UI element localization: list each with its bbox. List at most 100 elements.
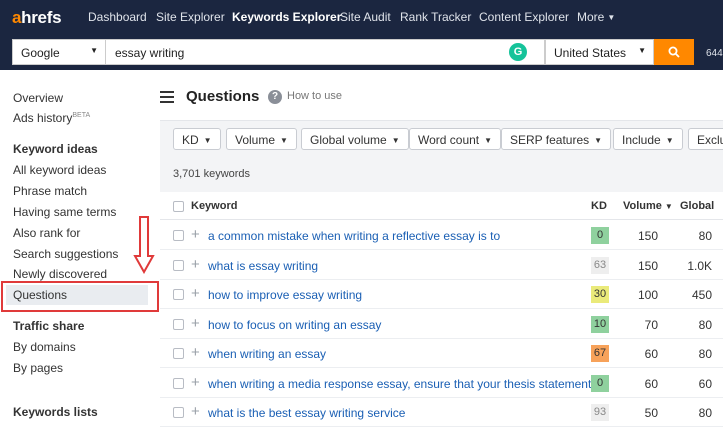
sidebar-item-also-rank-for[interactable]: Also rank for [13,226,80,240]
row-checkbox[interactable] [173,318,184,330]
nav-content-explorer[interactable]: Content Explorer [479,10,569,24]
keyword-link[interactable]: when writing an essay [208,347,326,361]
row-checkbox[interactable] [173,377,184,389]
page-title: Questions [186,88,260,105]
global-volume-value: 80 [698,406,712,420]
caret-down-icon: ▼ [90,46,98,55]
filter-kd[interactable]: KD ▼ [173,128,221,150]
page-header: Questions ? How to use [160,70,723,120]
keyword-link[interactable]: how to improve essay writing [208,288,362,302]
search-engine-select[interactable]: Google ▼ [12,39,106,65]
table-row: + when writing an essay 67 60 80 [160,339,723,368]
nav-site-audit[interactable]: Site Audit [340,10,391,24]
row-checkbox[interactable] [173,289,184,300]
kd-badge: 93 [591,404,609,421]
country-select[interactable]: United States ▼ [545,39,654,65]
caret-down-icon: ▼ [391,136,400,145]
filter-global-volume[interactable]: Global volume ▼ [301,128,409,150]
filter-exclude[interactable]: Exclu [688,128,723,150]
truncated-counter: 644 [706,48,723,59]
sidebar-item-by-pages[interactable]: By pages [13,361,63,375]
table-row: + when writing a media response essay, en… [160,369,723,398]
row-checkbox[interactable] [173,259,184,271]
keyword-link[interactable]: what is the best essay writing service [208,406,405,420]
beta-badge: BETA [72,112,91,119]
kd-badge: 67 [591,345,609,362]
volume-value: 70 [644,317,658,332]
kd-badge: 30 [591,286,609,303]
sidebar-item-having-same-terms[interactable]: Having same terms [13,205,116,219]
kd-badge: 0 [591,374,609,392]
keyword-link[interactable]: how to focus on writing an essay [208,318,381,332]
sidebar-item-ads-history[interactable]: Ads historyBETA [13,111,90,125]
add-to-list-icon[interactable]: + [191,316,200,331]
add-to-list-icon[interactable]: + [191,227,200,242]
table-header: Keyword KD Volume ▼ Global [160,192,723,220]
sidebar-item-overview[interactable]: Overview [13,91,63,105]
menu-icon[interactable] [160,91,174,103]
ahrefs-logo[interactable]: ahrefs [12,8,62,28]
search-icon [668,46,680,58]
nav-dashboard[interactable]: Dashboard [88,10,147,24]
kd-badge: 63 [591,256,609,274]
table-row: + what is essay writing 63 150 1.0K [160,251,723,280]
keyword-link[interactable]: when writing a media response essay, ens… [208,377,591,391]
column-kd[interactable]: KD [591,200,607,212]
grammarly-icon[interactable]: G [509,43,527,61]
global-volume-value: 80 [698,317,712,332]
keyword-link[interactable]: what is essay writing [208,259,318,273]
sidebar-item-by-domains[interactable]: By domains [13,340,76,354]
nav-site-explorer[interactable]: Site Explorer [156,10,225,24]
keyword-input[interactable]: essay writing [106,39,545,65]
add-to-list-icon[interactable]: + [191,404,200,419]
caret-down-icon: ▼ [280,136,288,145]
volume-value: 100 [637,288,658,302]
sidebar-item-all-keyword-ideas[interactable]: All keyword ideas [13,163,106,177]
global-volume-value: 80 [698,229,712,243]
volume-value: 50 [644,406,658,420]
caret-down-icon: ▼ [484,136,493,145]
filter-volume[interactable]: Volume ▼ [226,128,297,150]
add-to-list-icon[interactable]: + [191,345,200,360]
sidebar-item-newly-discovered[interactable]: Newly discovered [13,267,107,281]
add-to-list-icon[interactable]: + [191,286,200,301]
sort-desc-icon: ▼ [664,202,673,211]
nav-more[interactable]: More ▼ [577,10,615,24]
highlight-box [1,281,159,312]
volume-value: 60 [644,376,658,391]
column-volume[interactable]: Volume ▼ [623,200,673,212]
caret-down-icon: ▼ [638,46,646,55]
global-volume-value: 1.0K [687,258,712,273]
search-bar: Google ▼ essay writing G United States ▼ 6… [0,34,723,70]
question-icon[interactable]: ? [268,90,282,104]
filter-serp-features[interactable]: SERP features ▼ [501,128,612,150]
sidebar: Overview Ads historyBETA Keyword ideas A… [0,70,160,435]
table-row: + how to improve essay writing 30 100 450 [160,280,723,309]
sidebar-item-search-suggestions[interactable]: Search suggestions [13,247,118,261]
row-checkbox[interactable] [173,348,184,359]
add-to-list-icon[interactable]: + [191,257,200,272]
table-row: + how to focus on writing an essay 10 70 80 [160,310,723,339]
search-button[interactable] [654,39,694,65]
filter-word-count[interactable]: Word count ▼ [409,128,502,150]
volume-value: 60 [644,347,658,361]
nav-keywords-explorer[interactable]: Keywords Explorer [232,10,341,24]
select-all-checkbox[interactable] [173,201,184,212]
nav-rank-tracker[interactable]: Rank Tracker [400,10,471,24]
row-checkbox[interactable] [173,230,184,241]
volume-value: 150 [637,229,658,243]
keyword-link[interactable]: a common mistake when writing a reflecti… [208,229,500,243]
how-to-use-link[interactable]: How to use [287,90,342,102]
filter-include[interactable]: Include ▼ [613,128,683,150]
add-to-list-icon[interactable]: + [191,375,200,390]
table-row: + a common mistake when writing a reflect… [160,221,723,250]
sidebar-heading-traffic-share: Traffic share [13,319,85,333]
global-volume-value: 80 [698,347,712,361]
column-global[interactable]: Global [680,200,714,212]
table-row: + what is the best essay writing service 9… [160,398,723,427]
results-summary: 3,701 keywords [160,158,723,192]
sidebar-item-phrase-match[interactable]: Phrase match [13,184,87,198]
row-checkbox[interactable] [173,407,184,418]
column-keyword[interactable]: Keyword [191,200,237,212]
sidebar-heading-keywords-lists: Keywords lists [13,405,98,419]
